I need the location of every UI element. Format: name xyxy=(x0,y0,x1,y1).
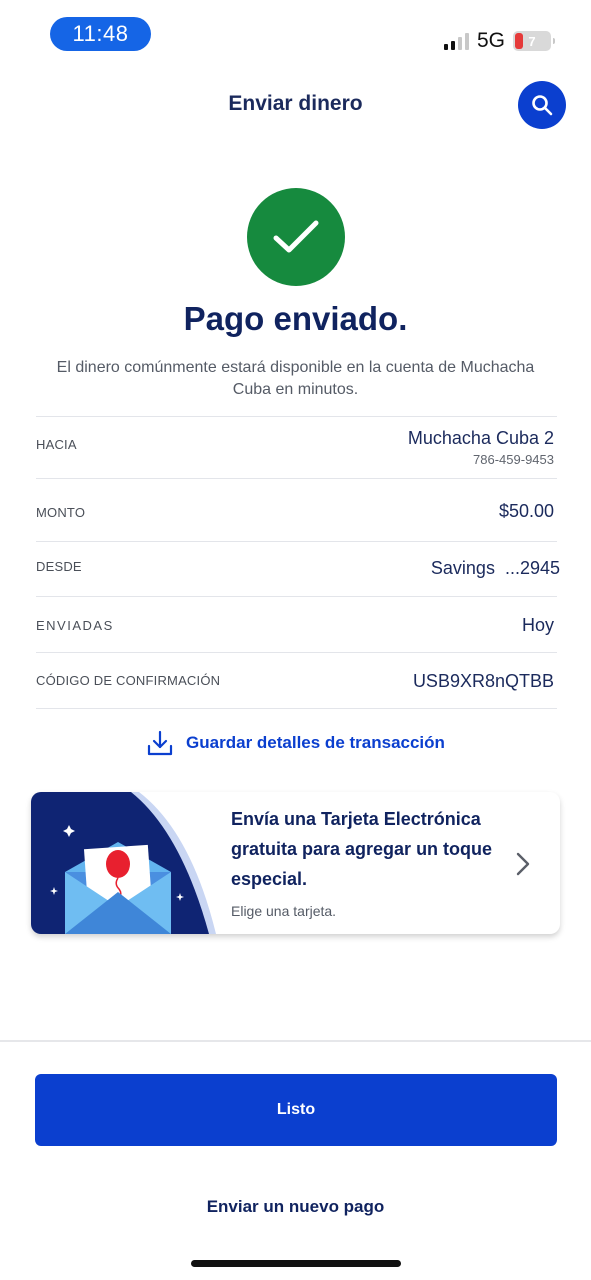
to-label: HACIA xyxy=(36,437,77,452)
new-payment-link[interactable]: Enviar un nuevo pago xyxy=(0,1197,591,1217)
sent-label: ENVIADAS xyxy=(36,618,114,633)
envelope-illustration xyxy=(31,792,216,934)
footer-divider xyxy=(0,1040,591,1042)
search-button[interactable] xyxy=(518,81,566,129)
detail-row-sent: ENVIADAS Hoy xyxy=(36,596,557,652)
success-check-badge xyxy=(247,188,345,286)
recipient-name: Muchacha Cuba 2 xyxy=(407,428,554,448)
chevron-right-icon xyxy=(516,852,530,876)
success-message: El dinero comúnmente estará disponible e… xyxy=(56,359,535,398)
success-title: Pago enviado. xyxy=(183,300,408,337)
save-details-link[interactable]: Guardar detalles de transacción xyxy=(0,729,591,757)
battery-level: 7 xyxy=(528,33,536,49)
ecard-promo-title: Envía una Tarjeta Electrónica gratuita p… xyxy=(231,809,493,889)
ecard-promo-card[interactable]: Envía una Tarjeta Electrónica gratuita p… xyxy=(31,792,560,934)
check-icon xyxy=(273,220,319,253)
confirmation-label: CÓDIGO DE CONFIRMACIÓN xyxy=(36,673,221,688)
confirmation-code: USB9XR8nQTBB xyxy=(412,671,554,691)
home-indicator[interactable] xyxy=(191,1260,401,1267)
transaction-details: HACIA Muchacha Cuba 2 786-459-9453 MONTO… xyxy=(36,416,560,709)
signal-bars-icon xyxy=(443,32,469,50)
detail-row-to: HACIA Muchacha Cuba 2 786-459-9453 xyxy=(36,416,557,478)
battery-charging-icon: 7 xyxy=(513,31,555,51)
amount-label: MONTO xyxy=(36,505,86,520)
detail-row-amount: MONTO $50.00 xyxy=(36,478,557,541)
status-time: 11:48 xyxy=(50,17,151,51)
done-button[interactable]: Listo xyxy=(35,1074,557,1146)
detail-row-confirmation: CÓDIGO DE CONFIRMACIÓN USB9XR8nQTBB xyxy=(36,652,557,709)
network-type: 5G xyxy=(476,29,505,52)
sent-value: Hoy xyxy=(521,615,554,635)
detail-row-from: DESDE Savings ...2945 xyxy=(36,541,560,596)
amount-value: $50.00 xyxy=(498,501,554,521)
from-account: Savings ...2945 xyxy=(430,558,560,578)
page-title: Enviar dinero xyxy=(228,92,363,115)
from-label: DESDE xyxy=(36,559,82,574)
search-icon xyxy=(532,95,553,116)
status-icons: 5G 7 xyxy=(443,26,555,56)
recipient-phone: 786-459-9453 xyxy=(473,452,554,467)
ecard-promo-subtitle: Elige una tarjeta. xyxy=(231,903,337,919)
save-details-label: Guardar detalles de transacción xyxy=(186,733,445,752)
download-icon xyxy=(147,730,173,756)
